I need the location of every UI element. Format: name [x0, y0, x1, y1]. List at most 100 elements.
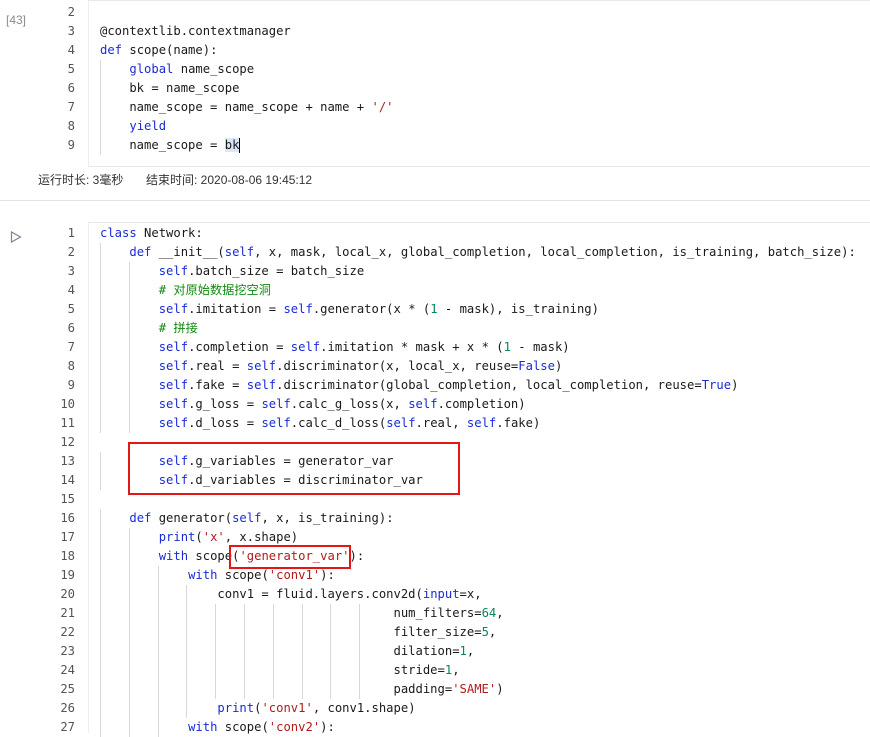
indent-guide [157, 699, 159, 718]
code-token: , x, is_training): [261, 511, 394, 525]
line-number: 13 [60, 454, 75, 468]
indent-guide [157, 585, 159, 604]
line-source: yield [100, 117, 166, 136]
code-token: self [408, 397, 438, 411]
indent-guide [186, 680, 188, 699]
code-token: bk [224, 138, 240, 152]
code-line: 25 padding='SAME') [60, 680, 870, 699]
indent-guide [359, 661, 361, 680]
code-token: , x.shape) [224, 530, 299, 544]
indent-guide [100, 509, 101, 528]
line-number: 8 [67, 359, 75, 373]
indent-guide [157, 623, 159, 642]
code-line: 7 self.completion = self.imitation * mas… [68, 338, 870, 357]
indent-guide [128, 338, 130, 357]
indent-guide [100, 79, 101, 98]
code-token: .real, [415, 416, 467, 430]
indent-guide [128, 680, 130, 699]
code-token: .imitation * mask + x * ( [320, 340, 504, 354]
code-token: self [232, 511, 262, 525]
code-token: self [158, 340, 189, 354]
code-cell-network[interactable]: 1 class Network: 2 def __init__(self, x, m… [0, 222, 870, 737]
indent-guide [128, 528, 130, 547]
indent-guide [272, 623, 274, 642]
code-token: - mask), is_training) [437, 302, 599, 316]
indent-guide [100, 585, 101, 604]
indent-guide [128, 718, 130, 737]
code-token: 64 [481, 606, 497, 620]
indent-guide [100, 471, 101, 490]
indent-guide [128, 395, 130, 414]
line-number: 4 [67, 283, 75, 297]
code-editor[interactable]: 2 3 @contextlib.contextmanager 4 def scope(n… [68, 0, 870, 167]
code-token: self [386, 416, 416, 430]
code-token: 1 [459, 644, 467, 658]
line-number: 9 [67, 378, 75, 392]
indent-guide [100, 623, 101, 642]
indent-guide [215, 623, 217, 642]
code-line: 3 @contextlib.contextmanager [68, 22, 870, 41]
code-token: name_scope [173, 62, 255, 76]
line-number: 2 [67, 245, 75, 259]
code-token: generator( [151, 511, 233, 525]
code-token: self [158, 302, 189, 316]
code-token: 1 [503, 340, 511, 354]
indent-guide [301, 642, 303, 661]
code-token: scope( [217, 568, 269, 582]
code-line: 4 # 对原始数据挖空洞 [68, 281, 870, 300]
line-source: def __init__(self, x, mask, local_x, glo… [100, 243, 855, 262]
code-line: 9 name_scope = bk [68, 136, 870, 155]
indent-guide [272, 680, 274, 699]
line-number: 3 [67, 264, 75, 278]
line-number: 26 [60, 701, 75, 715]
code-token: ) [731, 378, 739, 392]
code-line: 22 filter_size=5, [60, 623, 870, 642]
line-source: class Network: [100, 224, 203, 243]
code-token: self [261, 416, 291, 430]
code-token: self [466, 416, 497, 430]
line-source: print('conv1', conv1.shape) [100, 699, 416, 718]
code-line: 23 dilation=1, [60, 642, 870, 661]
highlight-box-scope-name [229, 545, 351, 569]
code-token: dilation= [100, 644, 460, 658]
code-token: .completion = [188, 340, 291, 354]
indent-guide [128, 566, 130, 585]
indent-guide [100, 319, 101, 338]
code-line: 9 self.fake = self.discriminator(global_… [68, 376, 870, 395]
code-cell-43[interactable]: [43] 2 3 @contextlib.contextmanager 4 def sc… [0, 0, 870, 201]
indent-guide [244, 680, 245, 699]
indent-guide [272, 661, 274, 680]
line-number: 6 [67, 81, 75, 95]
line-source: self.completion = self.imitation * mask … [100, 338, 570, 357]
code-line: 2 [68, 3, 870, 22]
indent-guide [157, 604, 159, 623]
code-token: - mask) [510, 340, 570, 354]
code-token: self [224, 245, 255, 259]
code-token: __init__( [151, 245, 225, 259]
line-source: global name_scope [100, 60, 254, 79]
line-number: 10 [60, 397, 75, 411]
line-source: filter_size=5, [100, 623, 496, 642]
highlight-box-variables [128, 442, 460, 495]
indent-guide [186, 699, 188, 718]
code-token: 'SAME' [452, 682, 497, 696]
line-number: 4 [67, 43, 75, 57]
line-number: 16 [60, 511, 75, 525]
code-token: self [246, 359, 277, 373]
line-source: self.g_loss = self.calc_g_loss(x, self.c… [100, 395, 526, 414]
code-line: 4 def scope(name): [68, 41, 870, 60]
code-token: , conv1.shape) [312, 701, 416, 715]
code-line: 21 num_filters=64, [60, 604, 870, 623]
line-source: def generator(self, x, is_training): [100, 509, 394, 528]
indent-guide [100, 680, 101, 699]
code-token: self [246, 378, 277, 392]
code-token: '/' [371, 100, 394, 114]
line-number: 22 [60, 625, 75, 639]
line-source: self.fake = self.discriminator(global_co… [100, 376, 739, 395]
code-line: 3 self.batch_size = batch_size [68, 262, 870, 281]
indent-guide [215, 680, 217, 699]
code-token: print [158, 530, 196, 544]
code-line: 27 with scope('conv2'): [60, 718, 870, 737]
indent-guide [215, 642, 217, 661]
code-line: 8 yield [68, 117, 870, 136]
